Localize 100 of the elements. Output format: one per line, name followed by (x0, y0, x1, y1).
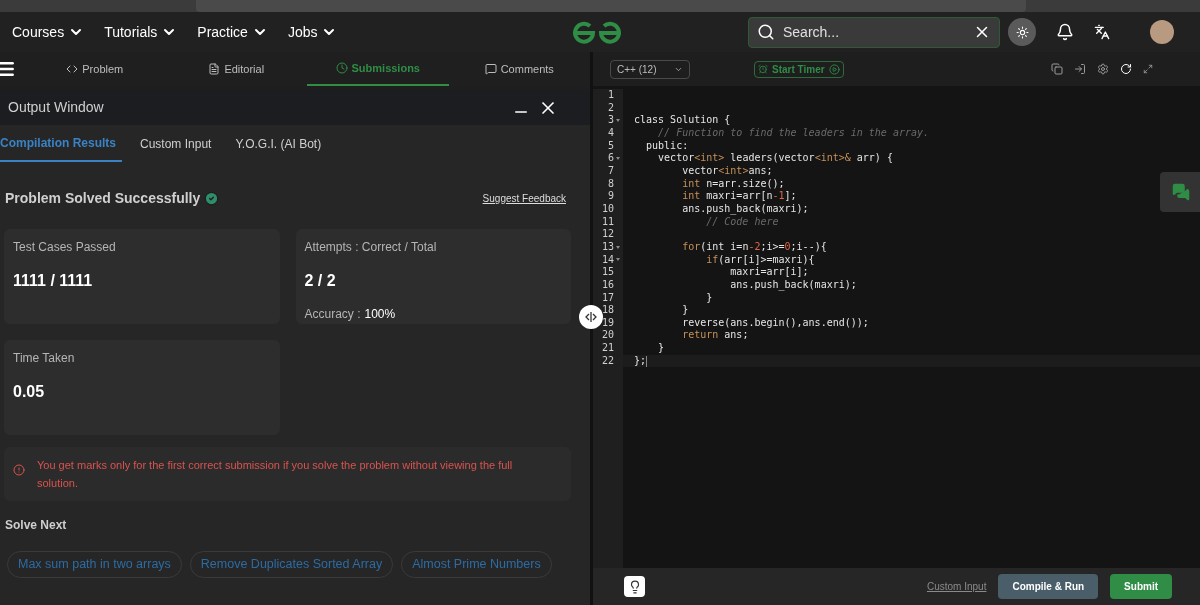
import-icon[interactable] (1074, 63, 1086, 75)
nav-menu[interactable]: Jobs (287, 21, 338, 43)
line-number: 9 (607, 190, 614, 203)
code-line: vector<int>ans; (681, 164, 773, 178)
chat-icon (1172, 183, 1190, 201)
code-line: class Solution { (634, 114, 731, 127)
line-number: 19 (601, 316, 614, 330)
nav-menu[interactable]: Practice (197, 21, 268, 43)
bell-icon[interactable] (1056, 23, 1074, 41)
line-number: 16 (601, 278, 614, 292)
line-number: 4 (607, 126, 614, 140)
suggest-feedback-link[interactable]: Suggest Feedback (482, 191, 566, 206)
text-cursor (646, 355, 648, 367)
search-field[interactable]: Search... (748, 16, 1000, 48)
menu-icon[interactable] (0, 59, 16, 79)
problem-tab[interactable]: Problem (24, 52, 166, 86)
compile-run-button[interactable]: Compile & Run (998, 574, 1099, 599)
code-line: } (681, 304, 689, 317)
code-line: if(arr[i]>=maxri){ (705, 253, 815, 267)
theme-toggle[interactable] (1008, 18, 1036, 46)
fold-icon[interactable] (616, 119, 620, 123)
copy-icon[interactable] (1051, 63, 1063, 75)
line-number: 21 (601, 342, 614, 355)
translate-icon[interactable] (1094, 24, 1110, 40)
chat-button[interactable] (1160, 172, 1200, 212)
stat-label: Time Taken (13, 350, 76, 367)
accuracy-value: 100% (364, 306, 396, 323)
chat-icon (484, 63, 497, 75)
code-line: ans.push_back(maxri); (681, 202, 809, 216)
accuracy-label: Accuracy : (304, 306, 361, 323)
settings-icon[interactable] (1097, 63, 1109, 75)
output-tab[interactable]: Compilation Results (0, 125, 122, 162)
code-line: } (657, 342, 665, 355)
code-line: public: (645, 139, 689, 153)
play-icon (828, 63, 840, 75)
line-number: 5 (607, 139, 614, 153)
solve-next-title: Solve Next (4, 517, 68, 534)
code-line: return ans; (681, 329, 749, 343)
code-line: // Code here (705, 215, 779, 229)
line-number: 3 (607, 114, 614, 127)
logo-icon[interactable] (572, 20, 622, 44)
line-number: 10 (601, 202, 614, 216)
line-number: 2 (607, 101, 614, 115)
notice-text: You get marks only for the first correct submission if you solve the problem without viewing the full solution. (37, 458, 514, 491)
fold-icon[interactable] (616, 245, 620, 249)
nav-menu[interactable]: Tutorials (104, 21, 178, 43)
reset-icon[interactable] (1120, 63, 1132, 75)
submit-button[interactable]: Submit (1110, 574, 1172, 599)
alert-icon (13, 464, 25, 476)
stat-value: 0.05 (13, 382, 46, 402)
status-text: Problem Solved Successfully (5, 189, 201, 208)
language-dropdown[interactable]: C++ (12) (610, 59, 690, 79)
search-input[interactable]: Search... (783, 21, 965, 43)
stat-label: Attempts : Correct / Total (304, 239, 438, 256)
alarm-clock-icon (758, 64, 768, 74)
code-line: int maxri=arr[n-1]; (681, 190, 797, 203)
line-number: 11 (601, 215, 614, 229)
problem-tab[interactable]: Submissions (307, 52, 449, 86)
output-tab[interactable]: Custom Input (134, 125, 218, 162)
output-tab[interactable]: Y.O.G.I. (AI Bot) (229, 125, 328, 162)
search-icon (757, 23, 775, 41)
nav-menu[interactable]: Courses (12, 21, 85, 43)
line-number: 20 (601, 329, 614, 343)
code-icon (66, 63, 79, 75)
stat-label: Test Cases Passed (13, 239, 117, 256)
problem-tab[interactable]: Editorial (165, 52, 307, 86)
line-number: 22 (601, 354, 614, 368)
line-number: 7 (607, 164, 614, 178)
code-line: }; (634, 354, 647, 368)
code-line: ans.push_back(maxri); (729, 278, 857, 292)
start-timer-button[interactable]: Start Timer (754, 60, 844, 78)
stat-value: 1111 / 1111 (13, 271, 94, 291)
check-circle-icon (204, 191, 220, 206)
custom-input-link[interactable]: Custom Input (926, 579, 987, 594)
avatar[interactable] (1150, 20, 1174, 44)
line-number: 8 (607, 177, 614, 191)
line-number: 12 (601, 228, 614, 241)
split-arrows-icon (585, 312, 597, 322)
code-line: vector<int> leaders(vector<int>& arr) { (657, 152, 893, 165)
line-number: 1 (607, 89, 614, 102)
line-number: 6 (607, 152, 614, 165)
fold-icon[interactable] (616, 157, 620, 161)
code-line: int n=arr.size(); (681, 177, 785, 191)
fold-icon[interactable] (616, 258, 620, 262)
output-window-title: Output Window (8, 98, 105, 117)
stat-value: 2 / 2 (304, 271, 337, 291)
code-line: for(int i=n-2;i>=0;i--){ (681, 240, 827, 254)
hint-button[interactable] (624, 576, 645, 597)
document-icon (208, 63, 221, 75)
code-line: maxri=arr[i]; (729, 266, 809, 279)
line-number: 14 (601, 253, 614, 267)
sun-icon (1015, 25, 1029, 39)
problem-tab[interactable]: Comments (448, 52, 590, 86)
code-line: // Function to find the leaders in the array. (657, 126, 929, 140)
line-number: 13 (601, 240, 614, 254)
code-line: reverse(ans.begin(),ans.end()); (681, 316, 869, 330)
line-number: 17 (601, 291, 614, 305)
code-line: } (705, 291, 713, 305)
fullscreen-icon[interactable] (1143, 64, 1153, 74)
line-number: 15 (601, 266, 614, 279)
